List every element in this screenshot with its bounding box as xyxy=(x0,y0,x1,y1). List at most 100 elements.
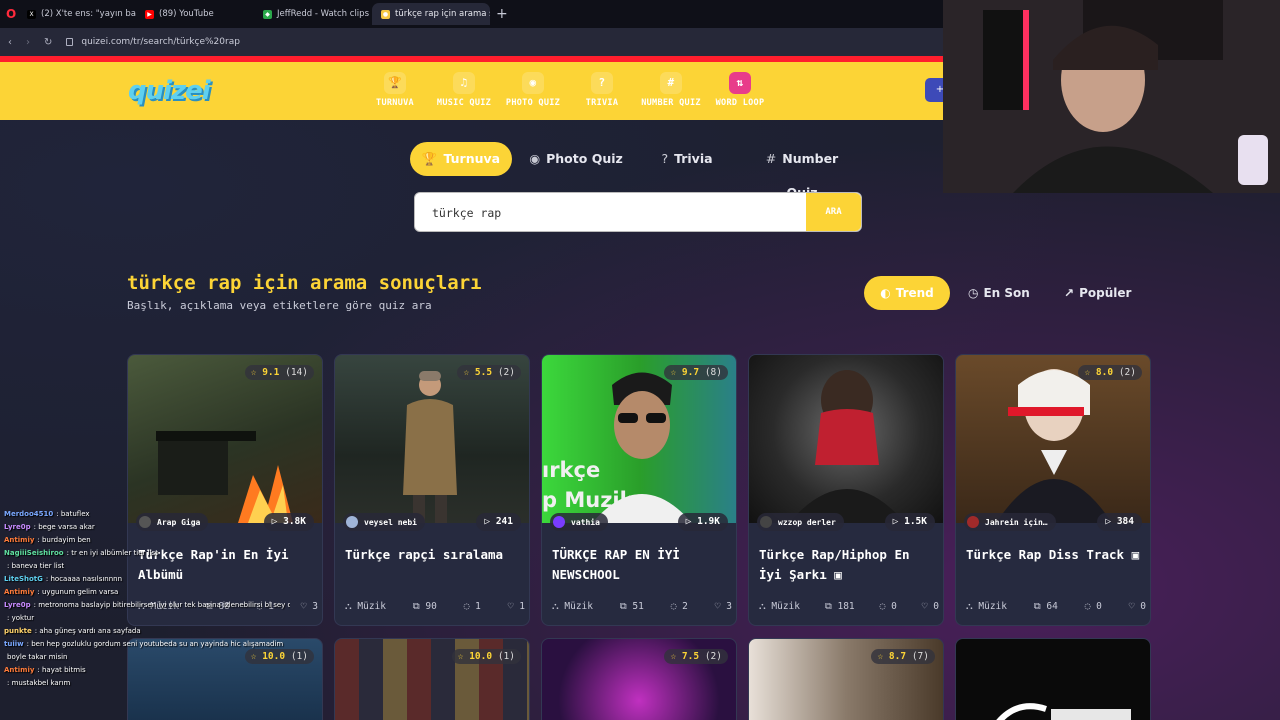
url-field[interactable]: quizei.com/tr/search/türkçe%20rap xyxy=(81,37,240,47)
category-label: Müzik xyxy=(564,601,593,612)
chat-message: : mustakbel karım xyxy=(7,679,71,687)
quiz-title[interactable]: Türkçe rapçi sıralama xyxy=(345,545,525,565)
opera-logo-icon[interactable]: O xyxy=(0,7,18,21)
like-count[interactable]: ♡ 1 xyxy=(508,601,525,612)
star-icon: ☆ xyxy=(1084,367,1091,378)
heart-icon: ♡ xyxy=(921,601,928,612)
like-count[interactable]: ♡ 3 xyxy=(715,601,732,612)
like-count[interactable]: ♡ 0 xyxy=(1129,601,1146,612)
chat-message: : yoktur xyxy=(7,614,35,622)
tab-label: Turnuva xyxy=(443,151,501,166)
sort-trend[interactable]: ◐ Trend xyxy=(864,276,950,310)
sort-icon: ⇅ xyxy=(729,72,751,94)
chat-line: Antimiy: hayat bitmis xyxy=(0,664,290,677)
comments-value: 2 xyxy=(682,601,688,612)
plays-value: 1.5K xyxy=(904,516,927,527)
chat-message: : baneva tier list xyxy=(7,562,65,570)
tab-number-quiz[interactable]: #Number Quiz xyxy=(750,142,854,200)
likes-value: 3 xyxy=(312,601,318,612)
hash-icon: # xyxy=(660,72,682,94)
browser-tab[interactable]: ◆ JeffRedd - Watch clips on xyxy=(254,3,372,25)
category-icon: ⛬ xyxy=(552,601,559,612)
quiz-card[interactable]: ☆ 5.5 (2) veysel nebi ▷ 241 Türkçe rapçi… xyxy=(334,354,530,626)
tab-photo-quiz[interactable]: ◉ Photo Quiz xyxy=(528,142,624,176)
likes-value: 0 xyxy=(1140,601,1146,612)
plays-value: 1.9K xyxy=(697,516,720,527)
author-chip[interactable]: vathia xyxy=(550,513,608,531)
new-tab-button[interactable]: + xyxy=(496,6,508,22)
browser-tab[interactable]: ▶ (89) YouTube xyxy=(136,3,254,25)
browser-tab[interactable]: X (2) X'te ens: "yayın başladı xyxy=(18,3,136,25)
search-button[interactable]: ARA xyxy=(806,193,861,231)
quiz-title[interactable]: Türkçe Rap/Hiphop En İyi Şarkı ▣ xyxy=(759,545,939,585)
play-count: ▷ 1.9K xyxy=(677,513,728,531)
nav-label: NUMBER QUIZ xyxy=(641,98,701,108)
spotify-logo-image xyxy=(996,703,1131,720)
nav-trivia[interactable]: ? TRIVIA xyxy=(569,72,635,108)
chat-message: : uygunum gelim varsa xyxy=(37,588,119,596)
quiz-title[interactable]: Türkçe Rap Diss Track ▣ xyxy=(966,545,1146,565)
sort-label: Trend xyxy=(895,286,934,300)
tab-label: türkçe rap için arama sonu xyxy=(395,9,490,19)
rating-count: (2) xyxy=(1118,367,1136,378)
avatar xyxy=(967,516,979,528)
items-icon: ⧉ xyxy=(412,601,420,612)
page-title: türkçe rap için arama sonuçları xyxy=(127,272,482,294)
streamer-webcam-image xyxy=(943,0,1280,193)
items-value: 181 xyxy=(837,601,855,612)
chat-line: punkte: aha güneş vardı ana sayfada xyxy=(0,625,290,638)
flame-icon: ◐ xyxy=(880,286,891,300)
rating-count: (8) xyxy=(704,367,722,378)
quiz-card[interactable]: ırkçe p Muzik ☆ 9.7 (8) vathia ▷ 1.9K TÜ… xyxy=(541,354,737,626)
sort-en-son[interactable]: ◷ En Son xyxy=(968,276,1038,310)
quiz-card[interactable]: ☆ 8.0 (2) Jahrein için… ▷ 384 Türkçe Rap… xyxy=(955,354,1151,626)
quiz-meta: ⛬ Müzik ⧉ 64 ◌ 0 ♡ 0 xyxy=(966,601,1146,612)
tab-turnuva[interactable]: 🏆 Turnuva xyxy=(410,142,512,176)
quiz-card[interactable]: ☆ 8.7 (7) xyxy=(748,638,944,720)
nav-music-quiz[interactable]: ♫ MUSIC QUIZ xyxy=(431,72,497,108)
quiz-card[interactable] xyxy=(955,638,1151,720)
category-icon: ⛬ xyxy=(759,601,766,612)
comments-value: 0 xyxy=(891,601,897,612)
quizei-logo[interactable]: quizei xyxy=(128,76,211,106)
rating-value: 7.5 xyxy=(681,651,700,662)
sort-label: Popüler xyxy=(1079,286,1132,300)
author-chip[interactable]: wzzop derler xyxy=(757,513,844,531)
nav-word-loop[interactable]: ⇅ WORD LOOP xyxy=(707,72,773,108)
rating-value: 8.7 xyxy=(888,651,907,662)
star-icon: ☆ xyxy=(670,651,677,662)
search-input[interactable]: türkçe rap xyxy=(432,193,501,233)
tab-label: JeffRedd - Watch clips on xyxy=(277,9,372,19)
nav-photo-quiz[interactable]: ◉ PHOTO QUIZ xyxy=(500,72,566,108)
like-count[interactable]: ♡ 3 xyxy=(301,601,318,612)
star-icon: ☆ xyxy=(250,367,257,378)
quiz-card[interactable]: ☆ 7.5 (2) xyxy=(541,638,737,720)
sort-populer[interactable]: ↗ Popüler xyxy=(1064,276,1144,310)
nav-number-quiz[interactable]: # NUMBER QUIZ xyxy=(638,72,704,108)
quiz-card[interactable]: ☆ 10.0 (1) xyxy=(334,638,530,720)
plays-value: 384 xyxy=(1116,516,1134,527)
reload-icon[interactable]: ↻ xyxy=(44,37,52,48)
comment-count: ◌ 0 xyxy=(880,601,897,612)
rating-count: (2) xyxy=(497,367,515,378)
rating-count: (2) xyxy=(704,651,722,662)
nav-turnuva[interactable]: 🏆 TURNUVA xyxy=(362,72,428,108)
items-value: 51 xyxy=(632,601,644,612)
quiz-card[interactable]: wzzop derler ▷ 1.5K Türkçe Rap/Hiphop En… xyxy=(748,354,944,626)
items-value: 64 xyxy=(1046,601,1058,612)
avatar xyxy=(760,516,772,528)
like-count[interactable]: ♡ 0 xyxy=(922,601,939,612)
tab-trivia[interactable]: ? Trivia xyxy=(652,142,722,176)
browser-tab-active[interactable]: ● türkçe rap için arama sonu xyxy=(372,3,490,25)
chat-line xyxy=(0,495,290,508)
chat-line: Lyre0p: bege varsa akar xyxy=(0,521,290,534)
author-chip[interactable]: veysel nebi xyxy=(343,513,425,531)
forward-icon[interactable]: › xyxy=(26,37,30,48)
rating-badge: ☆ 9.7 (8) xyxy=(664,365,728,380)
item-count: ⧉ 90 xyxy=(413,601,437,612)
rating-badge: ☆ 9.1 (14) xyxy=(244,365,314,380)
author-chip[interactable]: Jahrein için… xyxy=(964,513,1056,531)
back-icon[interactable]: ‹ xyxy=(8,37,12,48)
chat-user: Lyre0p xyxy=(4,523,31,531)
quiz-title[interactable]: TÜRKÇE RAP EN İYİ NEWSCHOOL xyxy=(552,545,732,585)
